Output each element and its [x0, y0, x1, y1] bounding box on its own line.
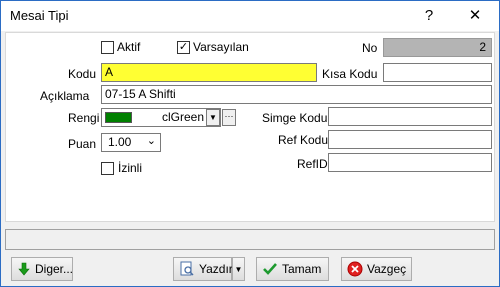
- vazgec-label: Vazgeç: [367, 262, 407, 276]
- kodu-input[interactable]: A: [101, 63, 317, 82]
- aktif-checkbox[interactable]: [101, 41, 114, 54]
- ref-kodu-input[interactable]: [328, 130, 492, 149]
- kisa-kodu-label: Kısa Kodu: [322, 67, 378, 81]
- diger-label: Diger...: [35, 262, 74, 276]
- yazdir-dropdown-button[interactable]: ▼: [232, 257, 245, 281]
- cancel-icon: [347, 261, 363, 277]
- puan-value: 1.00: [108, 135, 132, 149]
- simge-kodu-label: Simge Kodu: [262, 111, 328, 125]
- print-preview-icon: [179, 261, 195, 277]
- checkmark-icon: [262, 261, 278, 277]
- chevron-down-icon: ⌄: [146, 135, 156, 147]
- tamam-button[interactable]: Tamam: [256, 257, 329, 281]
- yazdir-button[interactable]: Yazdır: [173, 257, 233, 281]
- rengi-browse-button[interactable]: ···: [222, 109, 236, 126]
- kisa-kodu-input[interactable]: [383, 63, 492, 82]
- puan-select[interactable]: 1.00 ⌄: [101, 133, 161, 152]
- dialog-window: Mesai Tipi ? ✕ Aktif ✓ Varsayılan No 2 K…: [0, 0, 500, 287]
- window-title: Mesai Tipi: [10, 8, 69, 23]
- refid-label: RefID: [297, 157, 328, 171]
- status-bar: [5, 229, 495, 250]
- no-field: 2: [383, 38, 492, 57]
- arrow-down-icon: [17, 261, 31, 277]
- varsayilan-label: Varsayılan: [193, 40, 249, 54]
- rengi-value: clGreen: [162, 110, 205, 124]
- kodu-label: Kodu: [68, 67, 97, 81]
- yazdir-label: Yazdır: [199, 262, 233, 276]
- no-label: No: [362, 41, 378, 55]
- varsayilan-checkbox[interactable]: ✓: [177, 41, 190, 54]
- form-panel: Aktif ✓ Varsayılan No 2 Kodu A Kısa Kodu…: [5, 32, 495, 222]
- aciklama-input[interactable]: 07-15 A Shifti: [101, 85, 492, 104]
- simge-kodu-input[interactable]: [328, 107, 492, 126]
- izinli-label: İzinli: [118, 161, 143, 175]
- diger-button[interactable]: Diger...: [11, 257, 73, 281]
- rengi-dropdown-button[interactable]: ▼: [206, 109, 220, 126]
- rengi-combobox[interactable]: clGreen: [101, 108, 221, 127]
- title-bar: Mesai Tipi ? ✕: [1, 1, 499, 31]
- close-button[interactable]: ✕: [453, 1, 497, 31]
- aciklama-label: Açıklama: [40, 89, 90, 103]
- help-button[interactable]: ?: [407, 1, 451, 31]
- color-swatch: [105, 112, 132, 123]
- vazgec-button[interactable]: Vazgeç: [341, 257, 412, 281]
- ref-kodu-label: Ref Kodu: [278, 133, 329, 147]
- rengi-label: Rengi: [68, 111, 100, 125]
- puan-label: Puan: [68, 137, 97, 151]
- izinli-checkbox[interactable]: [101, 162, 114, 175]
- tamam-label: Tamam: [282, 262, 322, 276]
- refid-input[interactable]: [328, 153, 492, 172]
- aktif-label: Aktif: [117, 40, 141, 54]
